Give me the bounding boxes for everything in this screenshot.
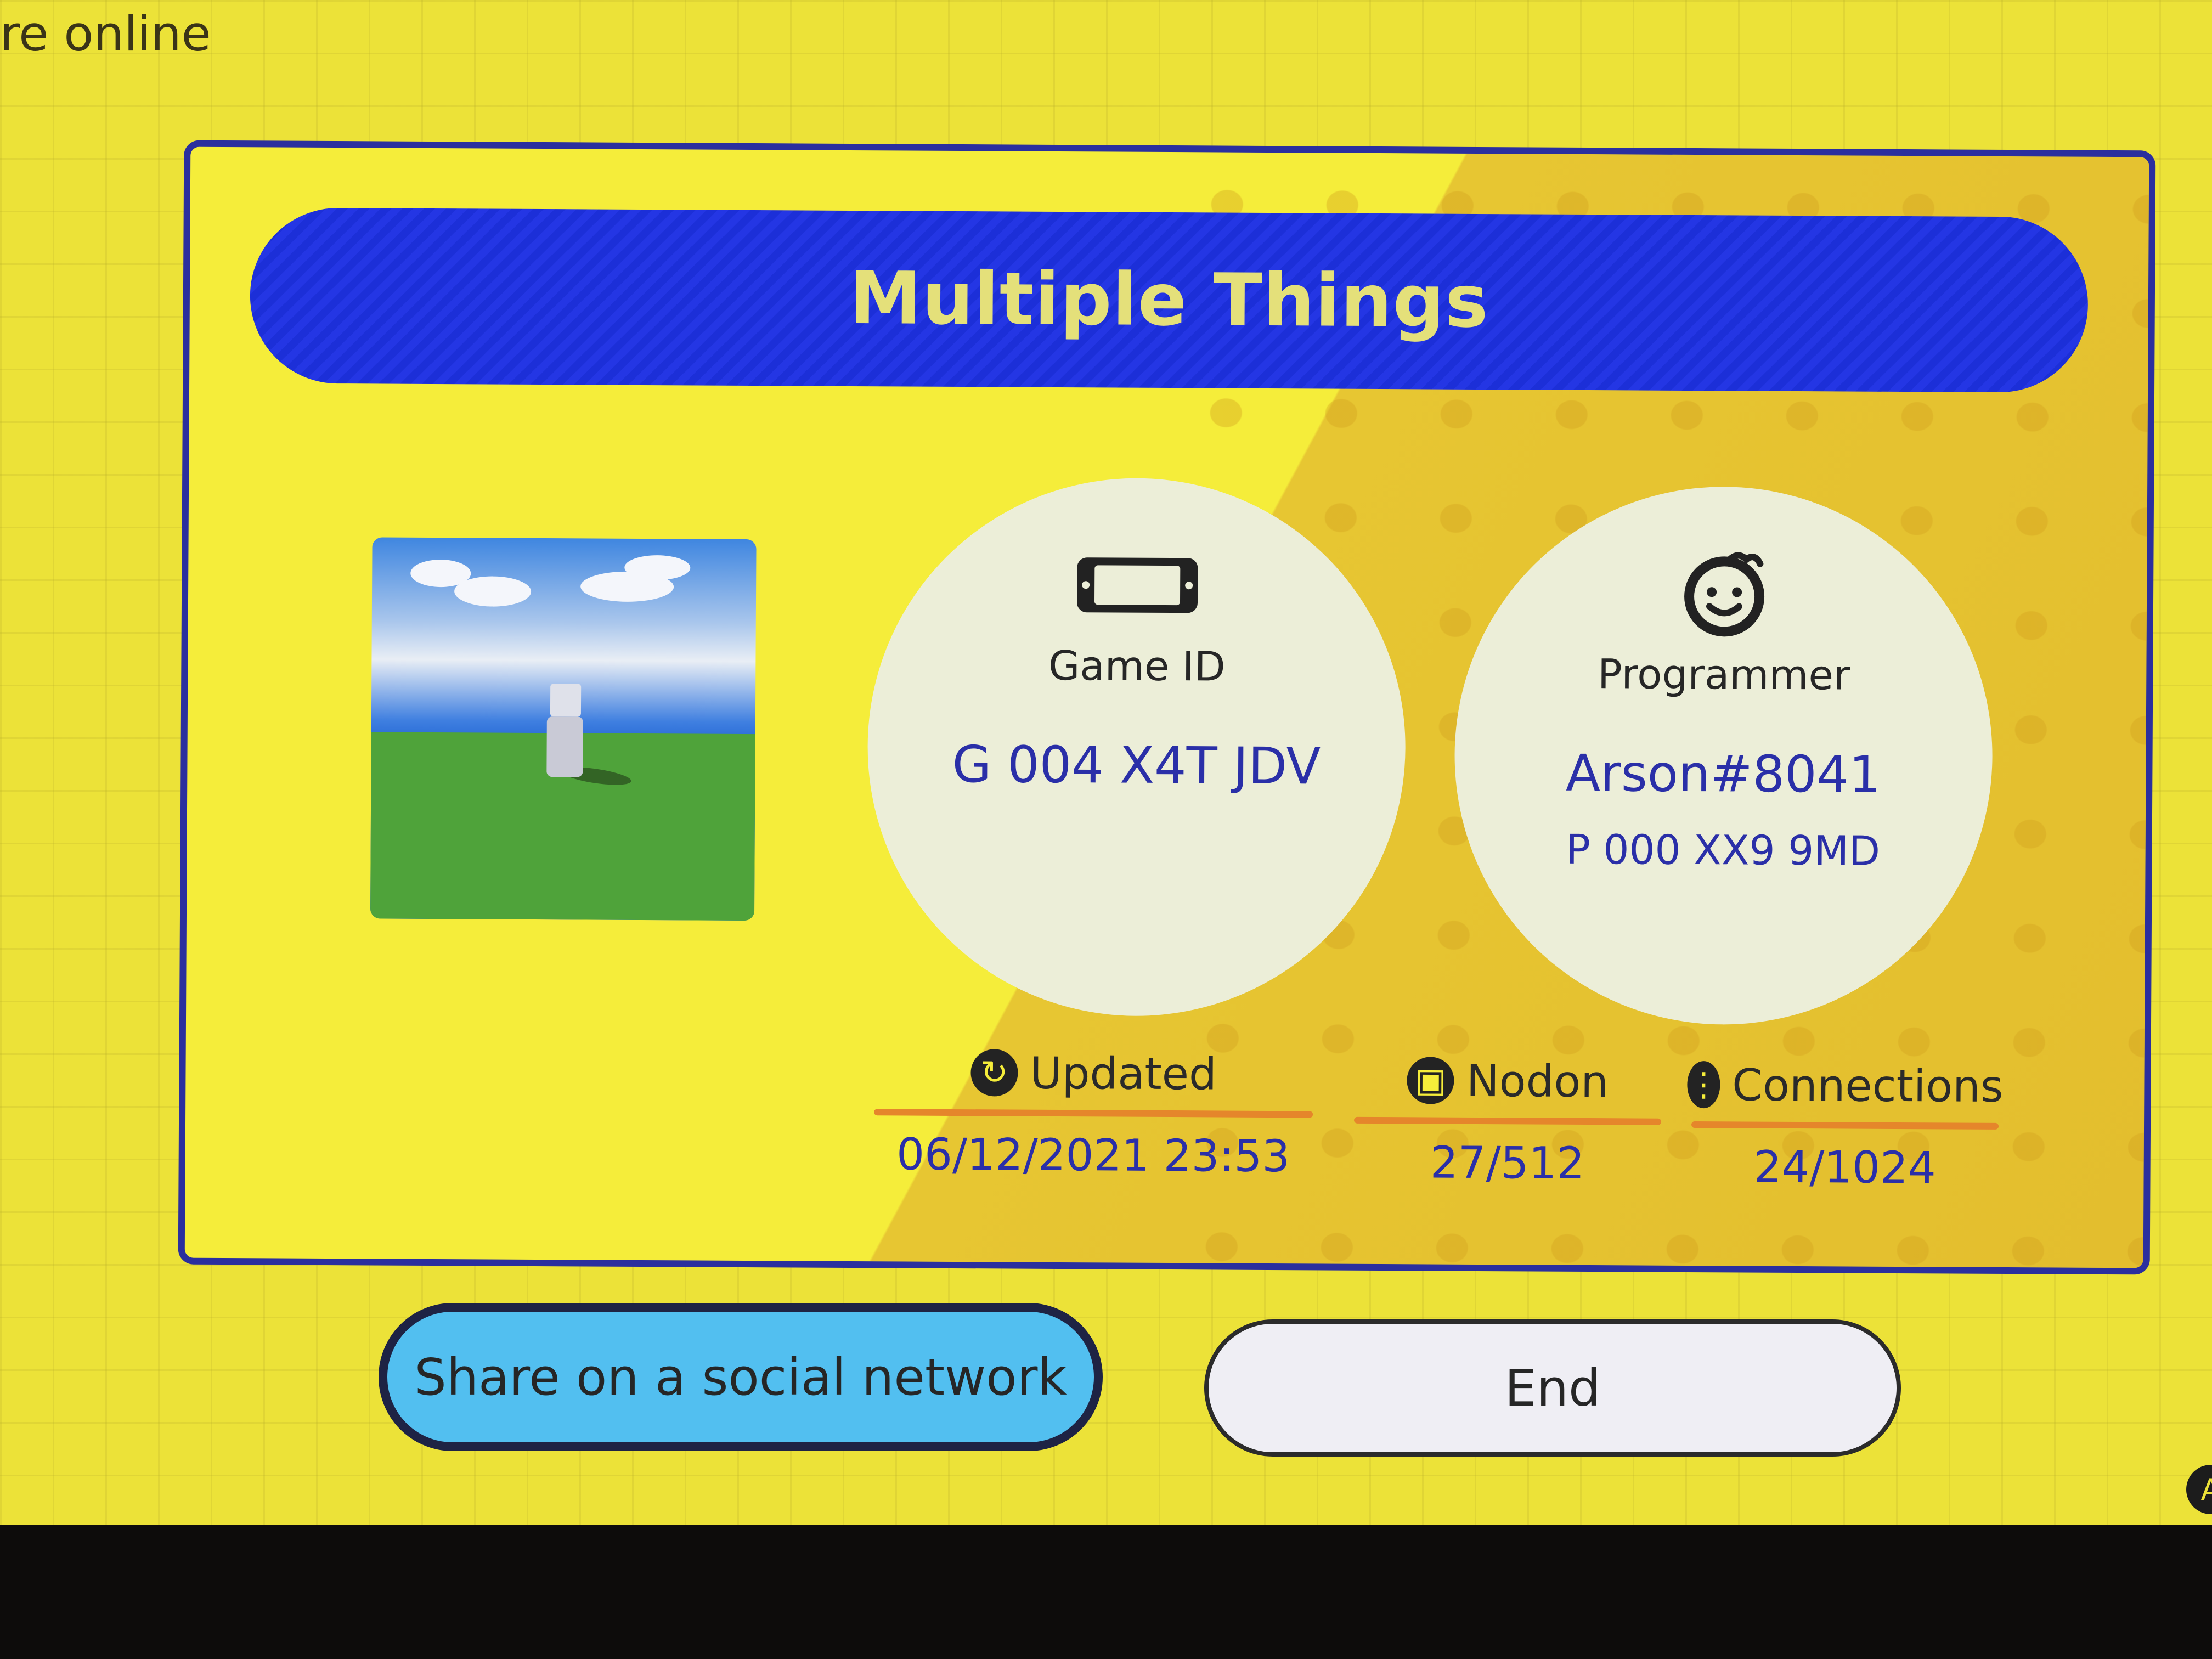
smiley-face-icon <box>1684 552 1765 637</box>
nodon-stat: ▣ Nodon 27/512 <box>1353 1050 1662 1189</box>
nodon-divider <box>1354 1116 1662 1125</box>
game-title: Multiple Things <box>849 256 1489 345</box>
connections-divider <box>1691 1121 1999 1130</box>
cloud <box>454 576 532 607</box>
updated-value: 06/12/2021 23:53 <box>896 1128 1290 1182</box>
tv-bezel <box>0 1525 2212 1659</box>
programmer-card: Programmer Arson#8041 P 000 XX9 9MD <box>1453 485 1994 1026</box>
connections-value: 24/1024 <box>1753 1141 1937 1194</box>
title-banner: Multiple Things <box>250 207 2089 393</box>
game-id-card: Game ID G 004 X4T JDV <box>866 477 1407 1018</box>
end-button-label: End <box>1504 1358 1601 1418</box>
game-thumbnail <box>370 537 757 921</box>
end-button[interactable]: End <box>1204 1319 1901 1457</box>
a-button-icon: A <box>2186 1465 2212 1514</box>
refresh-icon: ↻ <box>970 1049 1018 1097</box>
game-id-value: G 004 X4T JDV <box>952 735 1321 796</box>
nodon-icon: ▣ <box>1407 1057 1455 1104</box>
share-button[interactable]: Share on a social network <box>379 1303 1103 1451</box>
nodon-value: 27/512 <box>1430 1137 1585 1189</box>
connection-icon: ⋮ <box>1687 1060 1720 1109</box>
character-head <box>550 684 582 717</box>
nodon-label: Nodon <box>1466 1055 1609 1107</box>
connections-label: Connections <box>1731 1059 2004 1112</box>
share-button-label: Share on a social network <box>414 1347 1067 1407</box>
game-info-panel: Multiple Things Game ID G 004 X4T JDV Pr… <box>178 140 2156 1275</box>
programmer-id: P 000 XX9 9MD <box>1566 826 1881 875</box>
online-status-text: re online <box>0 5 211 62</box>
game-screen: re online Multiple Things Game ID G 004 <box>0 0 2212 1525</box>
character-body <box>546 716 583 777</box>
connections-stat: ⋮ Connections 24/1024 <box>1687 1054 2004 1194</box>
updated-divider <box>874 1109 1313 1118</box>
console-icon <box>1076 557 1198 613</box>
game-id-label: Game ID <box>1048 642 1226 691</box>
programmer-label: Programmer <box>1597 651 1850 699</box>
updated-label: Updated <box>1029 1047 1217 1099</box>
cloud <box>624 555 691 580</box>
programmer-name: Arson#8041 <box>1565 743 1881 804</box>
updated-stat: ↻ Updated 06/12/2021 23:53 <box>873 1042 1313 1182</box>
